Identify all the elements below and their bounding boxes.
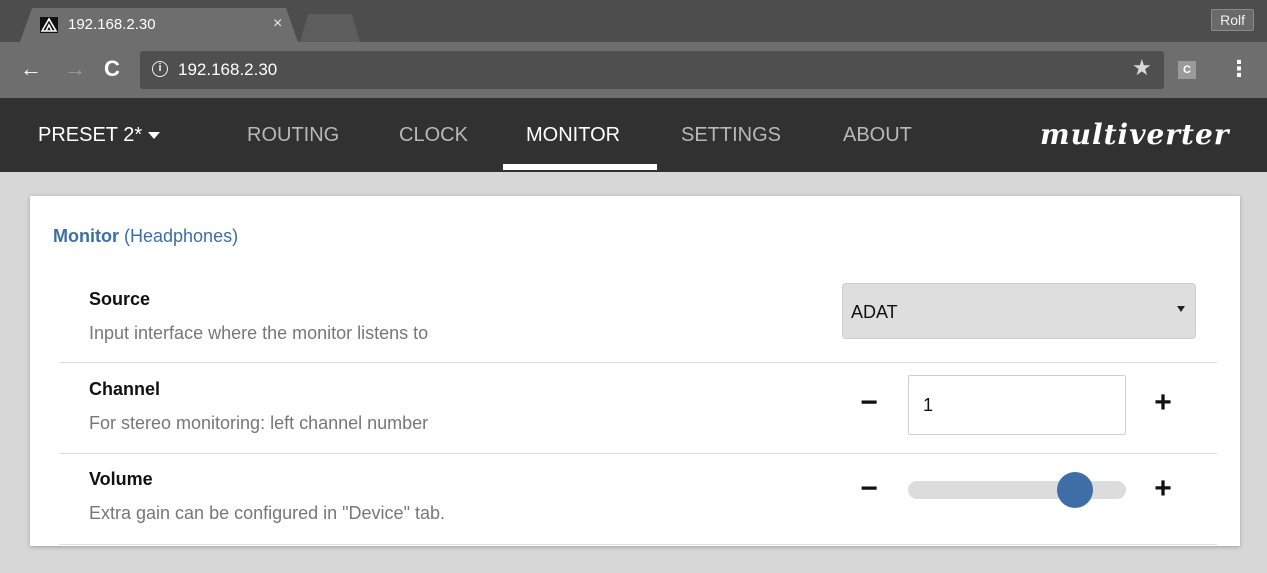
tab-title: 192.168.2.30: [68, 16, 156, 33]
channel-input[interactable]: 1: [908, 375, 1126, 435]
channel-increment-button[interactable]: +: [1149, 388, 1177, 418]
nav-settings[interactable]: SETTINGS: [681, 124, 781, 147]
monitor-panel: Monitor (Headphones) Source Input interf…: [30, 196, 1240, 546]
volume-increment-button[interactable]: +: [1149, 474, 1177, 504]
nav-monitor[interactable]: MONITOR: [526, 124, 620, 147]
brand-logo: multiverter: [1040, 118, 1230, 151]
volume-description: Extra gain can be configured in "Device"…: [89, 503, 445, 523]
back-arrow-icon[interactable]: ←: [20, 58, 42, 80]
preset-label: PRESET 2*: [38, 124, 143, 146]
channel-decrement-button[interactable]: −: [855, 388, 883, 418]
new-tab-button[interactable]: [300, 14, 360, 42]
bookmark-star-icon[interactable]: ★: [1132, 56, 1152, 80]
app-navbar: PRESET 2* ROUTING CLOCK MONITOR SETTINGS…: [0, 98, 1267, 172]
address-bar[interactable]: i 192.168.2.30: [140, 51, 1164, 89]
volume-slider-thumb[interactable]: [1057, 472, 1093, 508]
reload-icon[interactable]: C: [104, 58, 120, 80]
volume-slider[interactable]: [908, 472, 1126, 508]
browser-tabstrip: 192.168.2.30 × Rolf: [0, 0, 1267, 42]
browser-menu-icon[interactable]: ⋮: [1228, 56, 1250, 82]
source-description: Input interface where the monitor listen…: [89, 323, 429, 343]
info-icon[interactable]: i: [152, 61, 168, 77]
caret-down-icon: [148, 132, 161, 140]
browser-tab[interactable]: 192.168.2.30 ×: [20, 8, 298, 42]
volume-row: Volume Extra gain can be configured in "…: [59, 454, 1217, 545]
site-favicon-icon: [40, 17, 58, 33]
nav-routing[interactable]: ROUTING: [247, 124, 339, 147]
volume-decrement-button[interactable]: −: [855, 474, 883, 504]
source-select[interactable]: ADAT: [842, 283, 1196, 339]
active-tab-indicator: [503, 164, 657, 170]
preset-dropdown[interactable]: PRESET 2*: [38, 124, 161, 147]
profile-button[interactable]: Rolf: [1211, 9, 1254, 31]
extension-icon[interactable]: C: [1178, 61, 1196, 79]
volume-label: Volume: [89, 469, 153, 489]
select-arrow-icon: [1177, 306, 1185, 312]
panel-title-sub: (Headphones): [124, 226, 239, 246]
nav-about[interactable]: ABOUT: [843, 124, 912, 147]
panel-title-bold: Monitor: [53, 226, 119, 246]
source-label: Source: [89, 289, 151, 309]
forward-arrow-icon[interactable]: →: [64, 58, 86, 80]
url-text[interactable]: 192.168.2.30: [178, 60, 277, 80]
panel-title: Monitor (Headphones): [53, 226, 238, 247]
browser-toolbar: ← → C i 192.168.2.30 ★ C ⋮: [0, 42, 1267, 98]
tab-close-icon[interactable]: ×: [273, 15, 282, 33]
nav-clock[interactable]: CLOCK: [399, 124, 468, 147]
channel-label: Channel: [89, 379, 161, 399]
source-select-value: ADAT: [851, 302, 898, 322]
channel-description: For stereo monitoring: left channel numb…: [89, 413, 429, 433]
